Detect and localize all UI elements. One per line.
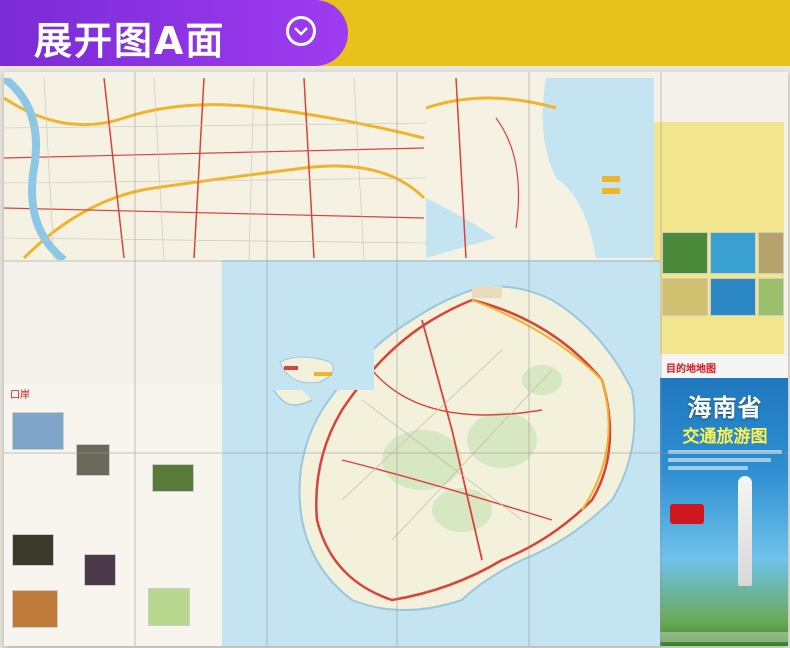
coastal-road-network [426,78,654,258]
photo-coast [12,412,64,450]
fold-line [4,452,788,454]
cover-header: 目的地地图 [660,356,788,378]
fold-line [134,72,136,646]
cover-brand: 目的地地图 [666,364,716,375]
info-text-panel: 口岸 [4,384,222,646]
coastal-city-panel [426,78,654,258]
inset-label: 口岸 [10,390,30,401]
cover-subtitle: 交通旅游图 [682,427,768,447]
city-map-panel [4,78,426,260]
map-sheet: 口岸 目的地地图 海南省 交通旅游图 [4,72,788,646]
fold-line [4,260,660,262]
inset-map [240,262,374,390]
banner-title: 展开图A面 [34,19,226,63]
chevron-down-circle-icon[interactable] [286,16,316,46]
fold-line [660,72,662,646]
cover-title: 海南省 [687,394,763,422]
fold-line [266,72,268,646]
cover-badge [670,504,704,524]
photo-palm [758,278,784,316]
photo-forest [662,232,708,274]
photo-statue [76,444,110,476]
photo-landscape [662,278,708,316]
fold-line [528,72,530,646]
photo-garden [152,464,194,492]
fold-line [396,72,398,646]
map-cover: 目的地地图 海南省 交通旅游图 [660,356,788,646]
photo-orchard [148,588,190,626]
header-banner: 展开图A面 [0,0,790,66]
photo-boat [710,278,756,316]
photo-sea [710,232,756,274]
chevron-down-icon [294,27,308,36]
guanyin-statue-image [738,476,752,586]
info-strip [654,122,784,354]
city-road-network [4,78,426,260]
photo-market [84,554,116,586]
photo-beach [758,232,784,274]
photo-food [12,590,58,628]
cover-publisher-strip [660,632,788,642]
banner-tab: 展开图A面 [0,0,348,66]
inset-map-svg [240,262,374,390]
photo-temple [12,534,54,566]
